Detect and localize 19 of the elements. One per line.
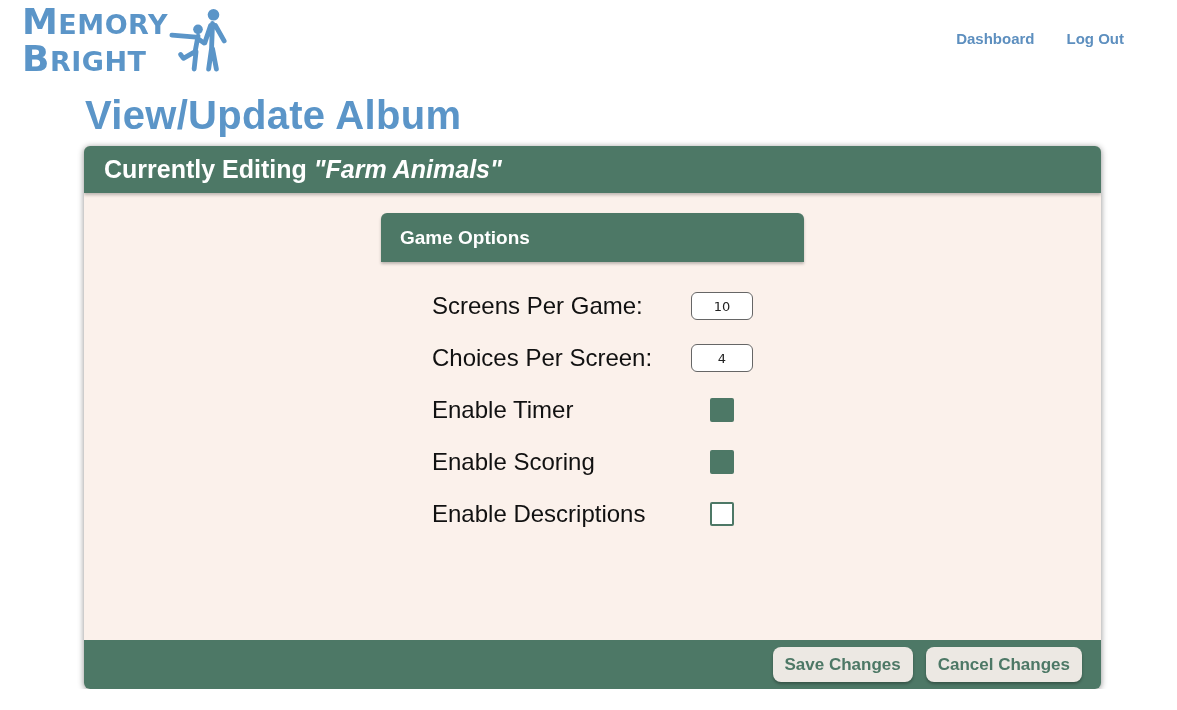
cancel-button[interactable]: Cancel Changes (925, 647, 1082, 682)
checkbox[interactable] (710, 398, 734, 422)
field-label: Enable Descriptions (432, 500, 646, 528)
section-title: Game Options (400, 226, 530, 249)
checkbox[interactable] (710, 450, 734, 474)
logo-text: MEMORY (22, 5, 168, 42)
field-label: Screens Per Game: (432, 292, 643, 320)
nav-link[interactable]: Dashboard (956, 30, 1035, 47)
number-field[interactable]: 10 (691, 292, 753, 320)
field-label: Enable Scoring (432, 448, 595, 476)
card-title: Currently Editing "Farm Animals" (104, 155, 502, 184)
number-field[interactable]: 4 (691, 344, 753, 372)
field-label: Choices Per Screen: (432, 344, 653, 372)
page-title: View/Update Album (85, 92, 462, 139)
nav-link[interactable]: Log Out (1066, 30, 1124, 47)
checkbox[interactable] (710, 502, 734, 526)
logo-text: BRIGHT (22, 42, 147, 79)
save-button[interactable]: Save Changes (772, 647, 913, 682)
field-label: Enable Timer (432, 396, 574, 424)
